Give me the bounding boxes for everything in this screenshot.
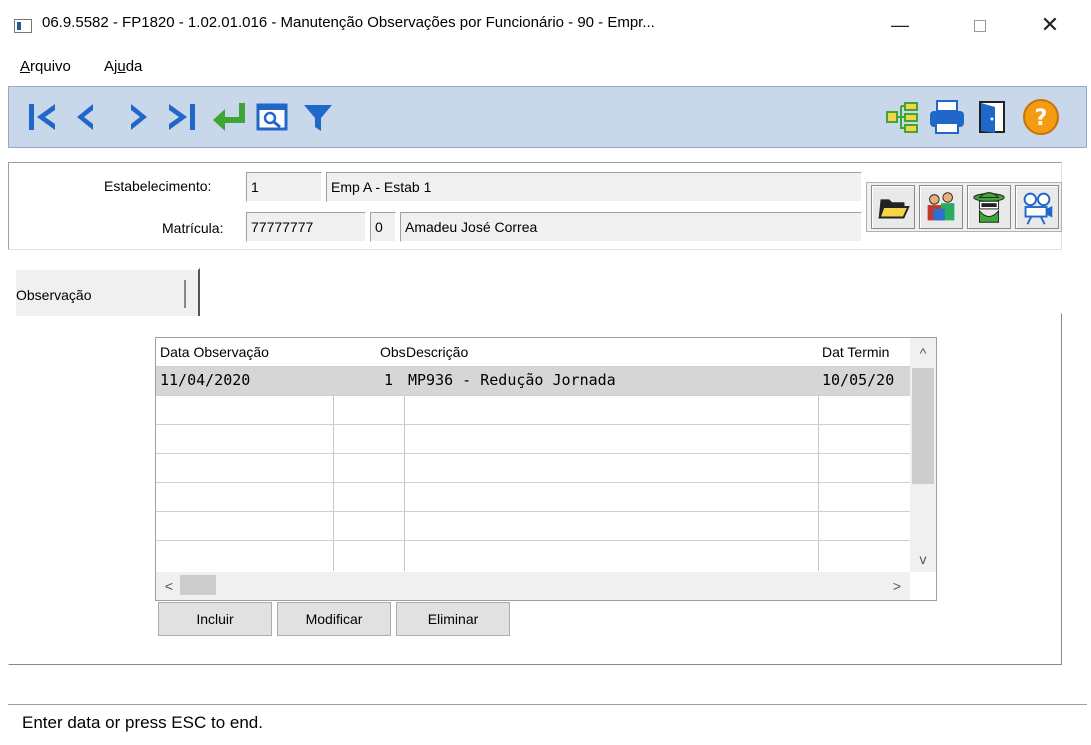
column-header-termino[interactable]: Dat Termin [822, 344, 889, 360]
eliminar-button[interactable]: Eliminar [396, 602, 510, 636]
horizontal-scroll-thumb[interactable] [180, 575, 216, 595]
grid-header: Data Observação Obs Descrição Dat Termin [156, 338, 910, 366]
projector-icon [1023, 192, 1053, 225]
menu-bar: Arquivo Ajuda [0, 56, 1091, 80]
minimize-button[interactable]: — [880, 10, 920, 40]
window-title: 06.9.5582 - FP1820 - 1.02.01.016 - Manut… [42, 14, 655, 31]
go-to-icon[interactable] [209, 97, 249, 137]
table-row[interactable] [156, 424, 910, 453]
menu-label: rquivo [30, 58, 71, 75]
column-header-descricao[interactable]: Descrição [406, 344, 468, 360]
scroll-up-icon[interactable]: ^ [912, 342, 934, 364]
vertical-scroll-thumb[interactable] [912, 368, 934, 484]
cell-data: 11/04/2020 [160, 371, 251, 389]
status-text: Enter data or press ESC to end. [22, 713, 263, 732]
scroll-right-icon[interactable]: > [886, 575, 908, 597]
people-icon [927, 192, 955, 221]
open-folder-icon [878, 199, 910, 219]
previous-record-icon[interactable] [69, 97, 103, 137]
table-row[interactable] [156, 453, 910, 482]
menu-mnemonic: u [117, 58, 126, 75]
search-icon[interactable] [255, 97, 289, 137]
close-button[interactable]: ✕ [1030, 10, 1070, 40]
table-row[interactable] [156, 395, 910, 424]
print-icon[interactable] [927, 97, 967, 137]
title-bar: 06.9.5582 - FP1820 - 1.02.01.016 - Manut… [0, 0, 1091, 50]
next-record-icon[interactable] [121, 97, 155, 137]
matricula-field[interactable]: 77777777 [246, 212, 366, 242]
status-bar: Enter data or press ESC to end. [8, 704, 1087, 741]
scroll-left-icon[interactable]: < [158, 575, 180, 597]
table-row[interactable] [156, 482, 910, 511]
observacoes-grid[interactable]: Data Observação Obs Descrição Dat Termin… [155, 337, 937, 601]
estabelecimento-label: Estabelecimento: [104, 178, 212, 194]
exit-door-icon[interactable] [975, 97, 1009, 137]
horizontal-scrollbar[interactable]: < > [156, 572, 910, 600]
spy-icon [973, 192, 1005, 223]
cell-termino: 10/05/20 [822, 371, 895, 389]
menu-mnemonic: A [20, 58, 31, 75]
open-folder-button[interactable] [871, 185, 915, 229]
filter-icon[interactable] [301, 97, 335, 137]
incluir-button[interactable]: Incluir [158, 602, 272, 636]
tab-observacao-label: Observação [16, 287, 92, 303]
cell-obs: 1 [384, 371, 394, 389]
vertical-scrollbar[interactable]: ^ v [910, 338, 936, 572]
toolbar: ? [8, 86, 1087, 148]
table-row[interactable] [156, 511, 910, 540]
last-record-icon[interactable] [165, 97, 199, 137]
cell-descricao: MP936 - Redução Jornada [408, 371, 616, 389]
table-row[interactable] [156, 540, 910, 569]
app-icon [14, 19, 32, 33]
spy-button[interactable] [967, 185, 1011, 229]
table-row[interactable]: 11/04/2020 1 MP936 - Redução Jornada 10/… [156, 366, 910, 395]
tree-icon[interactable] [885, 97, 919, 137]
matricula-digit-field: 0 [370, 212, 396, 242]
maximize-icon [974, 20, 986, 33]
scroll-down-icon[interactable]: v [912, 548, 934, 570]
estabelecimento-name-field: Emp A - Estab 1 [326, 172, 862, 202]
menu-ajuda[interactable]: Ajuda [104, 58, 142, 75]
header-buttons-group [866, 182, 1062, 232]
projector-button[interactable] [1015, 185, 1059, 229]
first-record-icon[interactable] [25, 97, 59, 137]
column-header-obs[interactable]: Obs [380, 344, 406, 360]
matricula-label: Matrícula: [162, 220, 224, 236]
column-header-data[interactable]: Data Observação [160, 344, 269, 360]
menu-label: da [125, 58, 143, 75]
svg-text:?: ? [1035, 106, 1048, 131]
funcionario-name-field: Amadeu José Correa [400, 212, 862, 242]
estabelecimento-code-field[interactable]: 1 [246, 172, 322, 202]
menu-label: Aj [104, 58, 118, 75]
modificar-button[interactable]: Modificar [277, 602, 391, 636]
maximize-button[interactable] [960, 10, 1000, 40]
help-icon[interactable]: ? [1021, 97, 1061, 137]
menu-arquivo[interactable]: Arquivo [20, 58, 71, 75]
people-button[interactable] [919, 185, 963, 229]
